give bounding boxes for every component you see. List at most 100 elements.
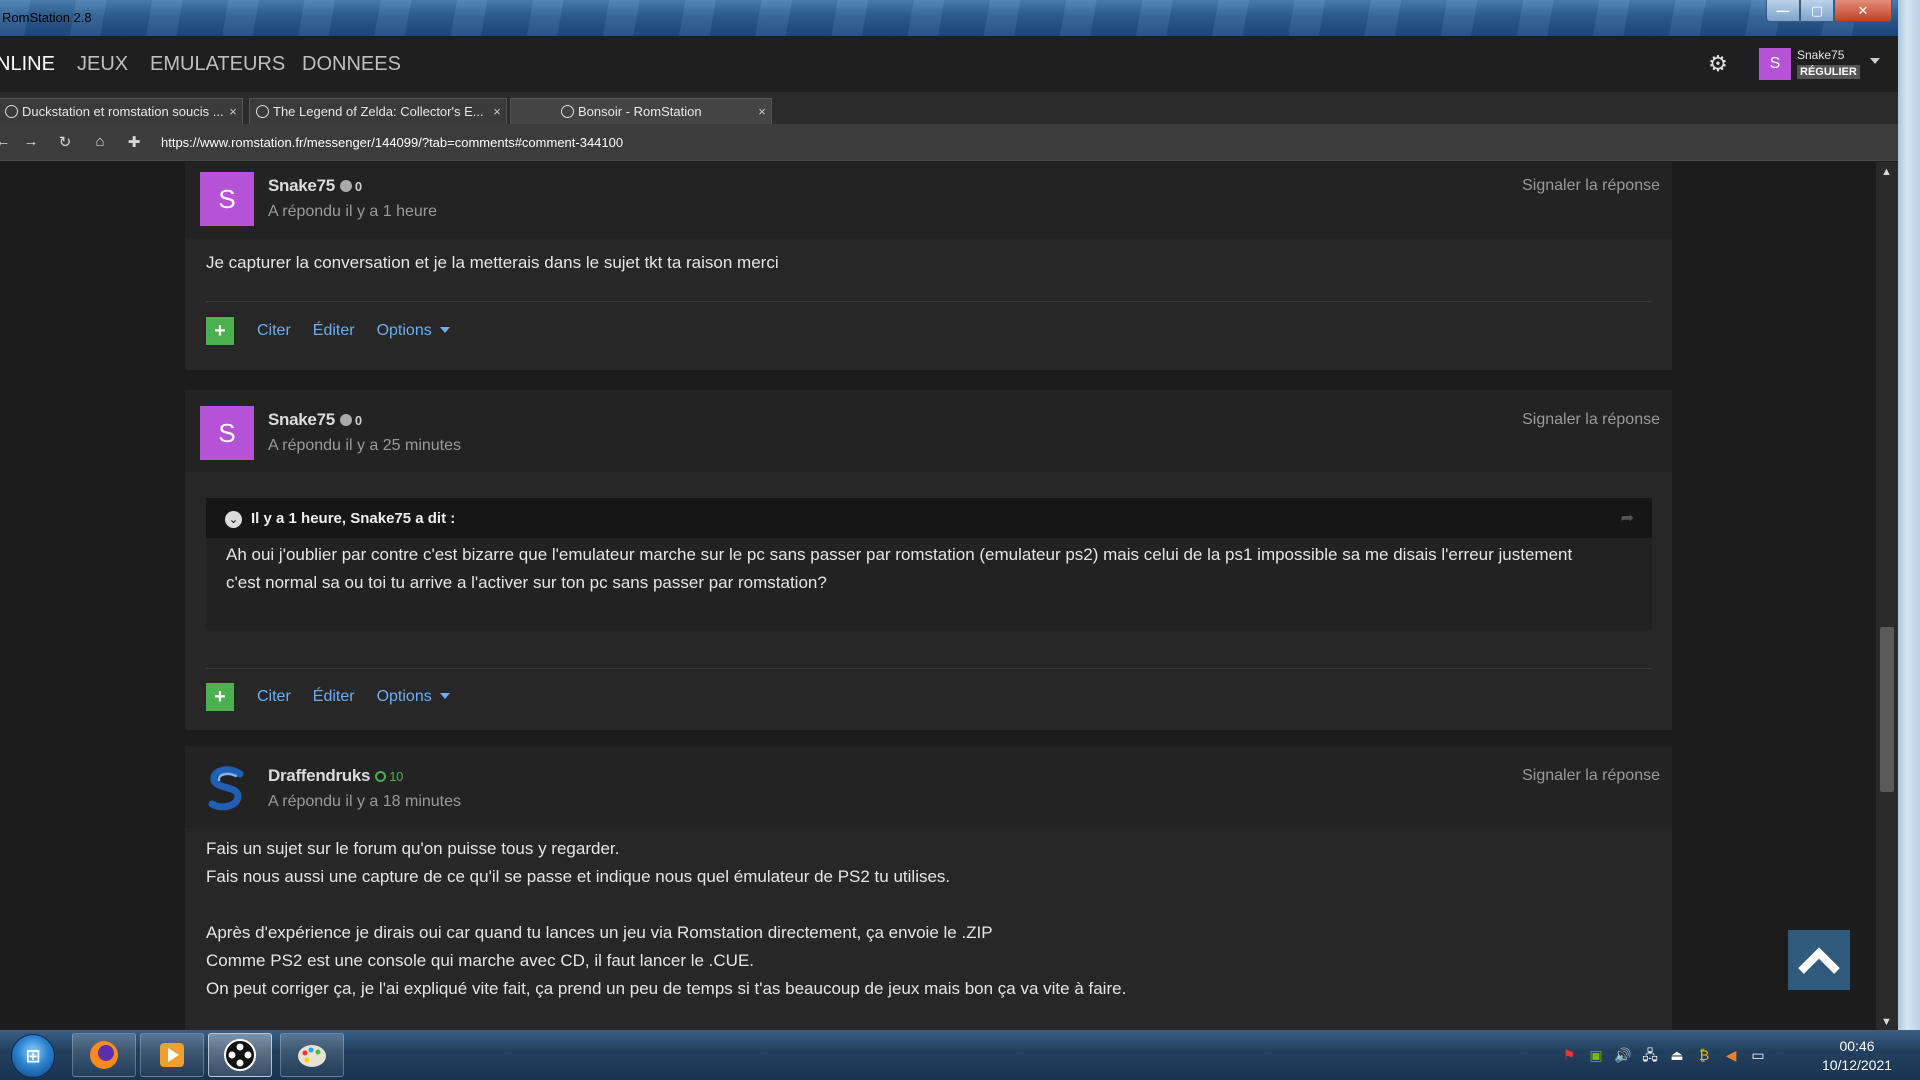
chevron-up-icon <box>1798 947 1840 974</box>
minimize-icon: — <box>1776 3 1790 18</box>
home-icon[interactable]: ⌂ <box>91 133 109 150</box>
report-link[interactable]: Signaler la réponse <box>1522 767 1660 785</box>
quote-line: Ah oui j'oublier par contre c'est bizarr… <box>226 545 1573 564</box>
forward-arrow-icon[interactable]: → <box>22 133 40 150</box>
post-line: Après d'expérience je dirais oui car qua… <box>206 923 993 942</box>
back-to-top-button[interactable] <box>1788 930 1850 990</box>
romstation-icon <box>224 1039 256 1071</box>
quote-button[interactable]: Citer <box>257 322 291 340</box>
options-button[interactable]: Options <box>377 322 450 340</box>
close-tab-icon[interactable]: × <box>488 104 506 119</box>
taskbar-romstation[interactable] <box>208 1033 272 1077</box>
close-icon: ✕ <box>1857 2 1869 18</box>
maximize-icon: ▢ <box>1810 2 1824 18</box>
chevron-down-icon[interactable] <box>1870 58 1880 64</box>
share-icon[interactable]: ➦ <box>1621 508 1634 528</box>
tab-bonsoir[interactable]: Bonsoir - RomStation × <box>510 98 772 124</box>
close-window-button[interactable]: ✕ <box>1834 0 1892 22</box>
options-label: Options <box>376 322 432 339</box>
usb-device-icon[interactable]: ⏏ <box>1668 1046 1686 1064</box>
author-avatar[interactable]: S <box>200 172 254 226</box>
nav-online[interactable]: NLINE <box>0 53 55 76</box>
tab-zelda[interactable]: The Legend of Zelda: Collector's E... × <box>249 98 507 124</box>
taskbar-media-player[interactable] <box>140 1033 204 1077</box>
start-button[interactable]: ⊞ <box>11 1034 55 1078</box>
comments-feed[interactable]: S Snake75 0 A répondu il y a 1 heure Sign… <box>0 162 1880 1030</box>
post-body: Fais un sujet sur le forum qu'on puisse … <box>206 835 1126 1003</box>
app-navbar: NLINE JEUX EMULATEURS DONNEES ⚙ S Snake7… <box>0 36 1898 92</box>
romstation-logo-icon <box>208 766 244 811</box>
windows-logo-icon: ⊞ <box>25 1045 41 1066</box>
nav-jeux[interactable]: JEUX <box>77 53 128 76</box>
minimize-button[interactable]: — <box>1766 0 1800 22</box>
quote-header[interactable]: ⌄ Il y a 1 heure, Snake75 a dit : ➦ <box>206 498 1652 538</box>
close-tab-icon[interactable]: × <box>224 104 242 119</box>
user-avatar[interactable]: S <box>1759 48 1791 80</box>
user-rank-badge: RÉGULIER <box>1797 65 1860 79</box>
post-body: Je capturer la conversation et je la met… <box>206 249 779 277</box>
quote-block: ⌄ Il y a 1 heure, Snake75 a dit : ➦ Ah o… <box>206 498 1652 630</box>
clock-date: 10/12/2021 <box>1821 1057 1893 1073</box>
scrollbar-thumb[interactable] <box>1880 627 1894 792</box>
author-name-text[interactable]: Snake75 <box>268 176 335 195</box>
nav-donnees[interactable]: DONNEES <box>302 53 401 76</box>
post-header: S Snake75 0 A répondu il y a 1 heure Sign… <box>185 162 1672 238</box>
author-name-text[interactable]: Snake75 <box>268 410 335 429</box>
upvote-button[interactable]: + <box>206 683 234 711</box>
report-link[interactable]: Signaler la réponse <box>1522 411 1660 429</box>
scrollbar[interactable]: ▲ ▼ <box>1876 162 1898 1030</box>
action-center-flag-icon[interactable]: ⚑ <box>1560 1046 1578 1064</box>
taskbar-clock[interactable]: 00:46 10/12/2021 <box>1812 1037 1902 1075</box>
close-tab-icon[interactable]: × <box>753 104 771 119</box>
refresh-icon[interactable]: ↻ <box>56 133 74 151</box>
address-bar: ← → ↻ ⌂ ✚ https://www.romstation.fr/mess… <box>0 124 1898 161</box>
volume-icon[interactable]: 🔊 <box>1614 1046 1632 1064</box>
divider <box>206 301 1652 302</box>
url-field[interactable]: https://www.romstation.fr/messenger/1440… <box>161 135 623 150</box>
nav-emulateurs[interactable]: EMULATEURS <box>150 53 285 76</box>
maximize-button[interactable]: ▢ <box>1800 0 1834 22</box>
reputation-dot-icon <box>339 414 352 426</box>
quote-line: c'est normal sa ou toi tu arrive a l'act… <box>226 573 827 592</box>
taskbar-firefox[interactable] <box>72 1033 136 1077</box>
gear-icon[interactable]: ⚙ <box>1706 52 1730 76</box>
nvidia-icon[interactable]: ▣ <box>1587 1046 1605 1064</box>
author-name[interactable]: Snake75 0 <box>268 176 362 196</box>
back-arrow-icon[interactable]: ← <box>0 133 12 150</box>
post-line: Comme PS2 est une console qui marche ave… <box>206 951 755 970</box>
network-icon[interactable]: 🖧 <box>1641 1046 1659 1064</box>
edit-button[interactable]: Éditer <box>313 322 355 340</box>
author-name-text[interactable]: Draffendruks <box>268 766 371 785</box>
comment-post: S Snake75 0 A répondu il y a 1 heure Sign… <box>185 162 1672 370</box>
power-icon[interactable]: ▭ <box>1749 1046 1767 1064</box>
scroll-down-icon[interactable]: ▼ <box>1881 1016 1892 1028</box>
edit-button[interactable]: Éditer <box>313 688 355 706</box>
chevron-down-icon[interactable]: ⌄ <box>225 511 242 528</box>
quote-text: Ah oui j'oublier par contre c'est bizarr… <box>226 541 1631 597</box>
tab-duckstation[interactable]: Duckstation et romstation soucis ... × <box>0 98 243 124</box>
post-line: Fais un sujet sur le forum qu'on puisse … <box>206 839 620 858</box>
scroll-up-icon[interactable]: ▲ <box>1881 166 1892 178</box>
romstation-logo-avatar[interactable] <box>200 762 254 816</box>
bitcoin-icon[interactable]: ₿ <box>1695 1046 1713 1064</box>
user-name[interactable]: Snake75 <box>1797 48 1844 62</box>
quote-author: Il y a 1 heure, Snake75 a dit : <box>251 510 456 527</box>
post-header: Draffendruks 10 A répondu il y a 18 minut… <box>185 746 1672 828</box>
chevron-down-icon <box>439 693 450 699</box>
reputation-count: 0 <box>354 179 362 194</box>
options-label: Options <box>376 688 432 705</box>
quote-button[interactable]: Citer <box>257 688 291 706</box>
comment-post: Draffendruks 10 A répondu il y a 18 minut… <box>185 746 1672 1030</box>
new-tab-plus-icon[interactable]: ✚ <box>125 133 143 151</box>
taskbar-paint[interactable] <box>280 1033 344 1077</box>
post-header: S Snake75 0 A répondu il y a 25 minutes S… <box>185 390 1672 472</box>
speaker-icon[interactable]: ◀ <box>1722 1046 1740 1064</box>
window-titlebar[interactable]: RomStation 2.8 — ▢ ✕ <box>0 0 1898 36</box>
report-link[interactable]: Signaler la réponse <box>1522 177 1660 195</box>
author-avatar[interactable]: S <box>200 406 254 460</box>
author-name[interactable]: Draffendruks 10 <box>268 766 403 786</box>
upvote-button[interactable]: + <box>206 317 234 345</box>
reputation-dot-icon <box>375 771 387 782</box>
options-button[interactable]: Options <box>377 688 450 706</box>
author-name[interactable]: Snake75 0 <box>268 410 362 430</box>
